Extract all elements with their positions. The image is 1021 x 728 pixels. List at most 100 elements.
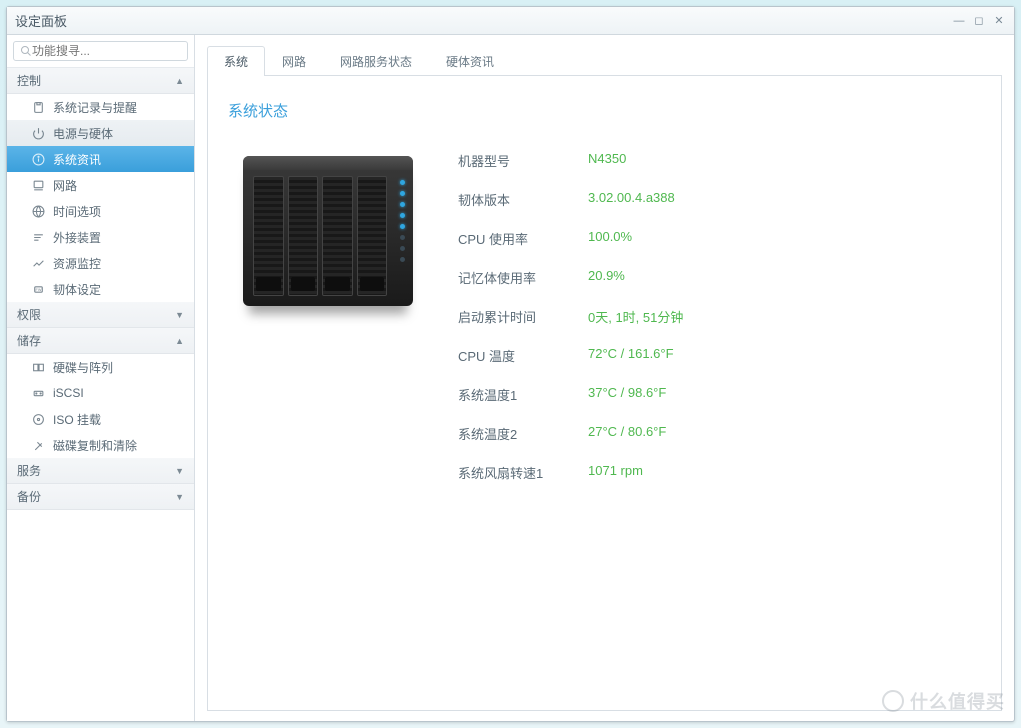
sidebar-item-diskclone[interactable]: 磁碟复制和清除 bbox=[7, 432, 194, 458]
info-line-cpu: CPU 使用率100.0% bbox=[458, 219, 981, 258]
sidebar-item-power[interactable]: 电源与硬体 bbox=[7, 120, 194, 146]
info-label: 系统风扇转速1 bbox=[458, 463, 588, 482]
info-label: 韧体版本 bbox=[458, 190, 588, 209]
info-line-systemp1: 系统温度137°C / 98.6°F bbox=[458, 375, 981, 414]
watermark: 什么值得买 bbox=[882, 688, 1005, 714]
power-icon bbox=[31, 126, 45, 140]
sidebar-category-storage[interactable]: 储存 ▲ bbox=[7, 328, 194, 354]
minimize-button[interactable]: — bbox=[952, 14, 966, 28]
sidebar-item-label: ISO 挂载 bbox=[53, 411, 101, 428]
info-line-systemp2: 系统温度227°C / 80.6°F bbox=[458, 414, 981, 453]
search-wrap bbox=[7, 35, 194, 68]
search-box[interactable] bbox=[13, 41, 188, 61]
sidebar-category-label: 权限 bbox=[17, 306, 41, 323]
tab-label: 网路 bbox=[282, 55, 306, 69]
window-title: 设定面板 bbox=[15, 11, 952, 30]
sidebar: 控制 ▲ 系统记录与提醒 电源与硬体 系统资讯 网路 时间选项 bbox=[7, 35, 195, 721]
info-label: 机器型号 bbox=[458, 151, 588, 170]
maximize-button[interactable]: ◻ bbox=[972, 14, 986, 28]
info-value: 20.9% bbox=[588, 268, 625, 287]
window-body: 控制 ▲ 系统记录与提醒 电源与硬体 系统资讯 网路 时间选项 bbox=[7, 35, 1014, 721]
info-label: 系统温度2 bbox=[458, 424, 588, 443]
sidebar-category-permission[interactable]: 权限 ▼ bbox=[7, 302, 194, 328]
sidebar-category-label: 备份 bbox=[17, 488, 41, 505]
chevron-down-icon: ▼ bbox=[175, 466, 184, 476]
nas-illustration bbox=[243, 156, 413, 306]
search-input[interactable] bbox=[32, 44, 187, 58]
firmware-icon: FW bbox=[31, 282, 45, 296]
info-line-firmware: 韧体版本3.02.00.4.a388 bbox=[458, 180, 981, 219]
watermark-text: 什么值得买 bbox=[910, 688, 1005, 714]
tab-network[interactable]: 网路 bbox=[265, 46, 323, 76]
tab-label: 网路服务状态 bbox=[340, 55, 412, 69]
sidebar-item-label: 硬碟与阵列 bbox=[53, 359, 113, 376]
info-label: 启动累计时间 bbox=[458, 307, 588, 326]
sidebar-item-iscsi[interactable]: iSCSI bbox=[7, 380, 194, 406]
sidebar-item-label: 资源监控 bbox=[53, 255, 101, 272]
sidebar-item-external[interactable]: 外接装置 bbox=[7, 224, 194, 250]
tab-label: 硬体资讯 bbox=[446, 55, 494, 69]
sidebar-item-monitor[interactable]: 资源监控 bbox=[7, 250, 194, 276]
svg-text:FW: FW bbox=[35, 288, 41, 292]
info-value: 72°C / 161.6°F bbox=[588, 346, 674, 365]
iscsi-icon bbox=[31, 386, 45, 400]
tab-label: 系统 bbox=[224, 55, 248, 69]
tab-panel: 系统状态 bbox=[207, 76, 1002, 711]
info-line-fan1: 系统风扇转速11071 rpm bbox=[458, 453, 981, 492]
iso-icon bbox=[31, 412, 45, 426]
info-line-mem: 记忆体使用率20.9% bbox=[458, 258, 981, 297]
sidebar-item-label: 韧体设定 bbox=[53, 281, 101, 298]
info-icon bbox=[31, 152, 45, 166]
chart-icon bbox=[31, 256, 45, 270]
tab-netservice[interactable]: 网路服务状态 bbox=[323, 46, 429, 76]
titlebar: 设定面板 — ◻ ✕ bbox=[7, 7, 1014, 35]
tab-system[interactable]: 系统 bbox=[207, 46, 265, 76]
sidebar-item-time[interactable]: 时间选项 bbox=[7, 198, 194, 224]
sidebar-item-network[interactable]: 网路 bbox=[7, 172, 194, 198]
clipboard-icon bbox=[31, 100, 45, 114]
sidebar-item-disk[interactable]: 硬碟与阵列 bbox=[7, 354, 194, 380]
info-label: CPU 温度 bbox=[458, 346, 588, 365]
sidebar-item-label: 网路 bbox=[53, 177, 77, 194]
search-icon bbox=[20, 44, 32, 58]
info-value: 37°C / 98.6°F bbox=[588, 385, 666, 404]
section-title: 系统状态 bbox=[228, 100, 981, 121]
sidebar-category-control[interactable]: 控制 ▲ bbox=[7, 68, 194, 94]
info-row: 机器型号N4350 韧体版本3.02.00.4.a388 CPU 使用率100.… bbox=[228, 141, 981, 492]
info-value: N4350 bbox=[588, 151, 626, 170]
info-value: 100.0% bbox=[588, 229, 632, 248]
sidebar-category-label: 控制 bbox=[17, 72, 41, 89]
sidebar-item-label: 外接装置 bbox=[53, 229, 101, 246]
info-value: 3.02.00.4.a388 bbox=[588, 190, 675, 209]
sidebar-item-sysinfo[interactable]: 系统资讯 bbox=[7, 146, 194, 172]
tab-hardware[interactable]: 硬体资讯 bbox=[429, 46, 511, 76]
sidebar-item-label: 时间选项 bbox=[53, 203, 101, 220]
sidebar-item-syslog[interactable]: 系统记录与提醒 bbox=[7, 94, 194, 120]
info-line-cputemp: CPU 温度72°C / 161.6°F bbox=[458, 336, 981, 375]
sidebar-category-label: 服务 bbox=[17, 462, 41, 479]
chevron-down-icon: ▼ bbox=[175, 492, 184, 502]
chevron-up-icon: ▲ bbox=[175, 336, 184, 346]
sidebar-category-backup[interactable]: 备份 ▼ bbox=[7, 484, 194, 510]
close-button[interactable]: ✕ bbox=[992, 14, 1006, 28]
sidebar-item-iso[interactable]: ISO 挂载 bbox=[7, 406, 194, 432]
info-table: 机器型号N4350 韧体版本3.02.00.4.a388 CPU 使用率100.… bbox=[458, 141, 981, 492]
chevron-down-icon: ▼ bbox=[175, 310, 184, 320]
main-content: 系统 网路 网路服务状态 硬体资讯 系统状态 bbox=[195, 35, 1014, 721]
network-icon bbox=[31, 178, 45, 192]
info-value: 0天, 1时, 51分钟 bbox=[588, 307, 683, 326]
sidebar-item-label: iSCSI bbox=[53, 386, 84, 400]
sidebar-category-label: 储存 bbox=[17, 332, 41, 349]
sidebar-item-label: 系统资讯 bbox=[53, 151, 101, 168]
sidebar-category-service[interactable]: 服务 ▼ bbox=[7, 458, 194, 484]
sidebar-item-label: 磁碟复制和清除 bbox=[53, 437, 137, 454]
info-line-uptime: 启动累计时间0天, 1时, 51分钟 bbox=[458, 297, 981, 336]
sidebar-item-firmware[interactable]: FW 韧体设定 bbox=[7, 276, 194, 302]
info-value: 27°C / 80.6°F bbox=[588, 424, 666, 443]
disk-icon bbox=[31, 360, 45, 374]
info-value: 1071 rpm bbox=[588, 463, 643, 482]
tab-bar: 系统 网路 网路服务状态 硬体资讯 bbox=[207, 45, 1002, 76]
device-image bbox=[228, 141, 428, 321]
external-icon bbox=[31, 230, 45, 244]
window-controls: — ◻ ✕ bbox=[952, 14, 1006, 28]
